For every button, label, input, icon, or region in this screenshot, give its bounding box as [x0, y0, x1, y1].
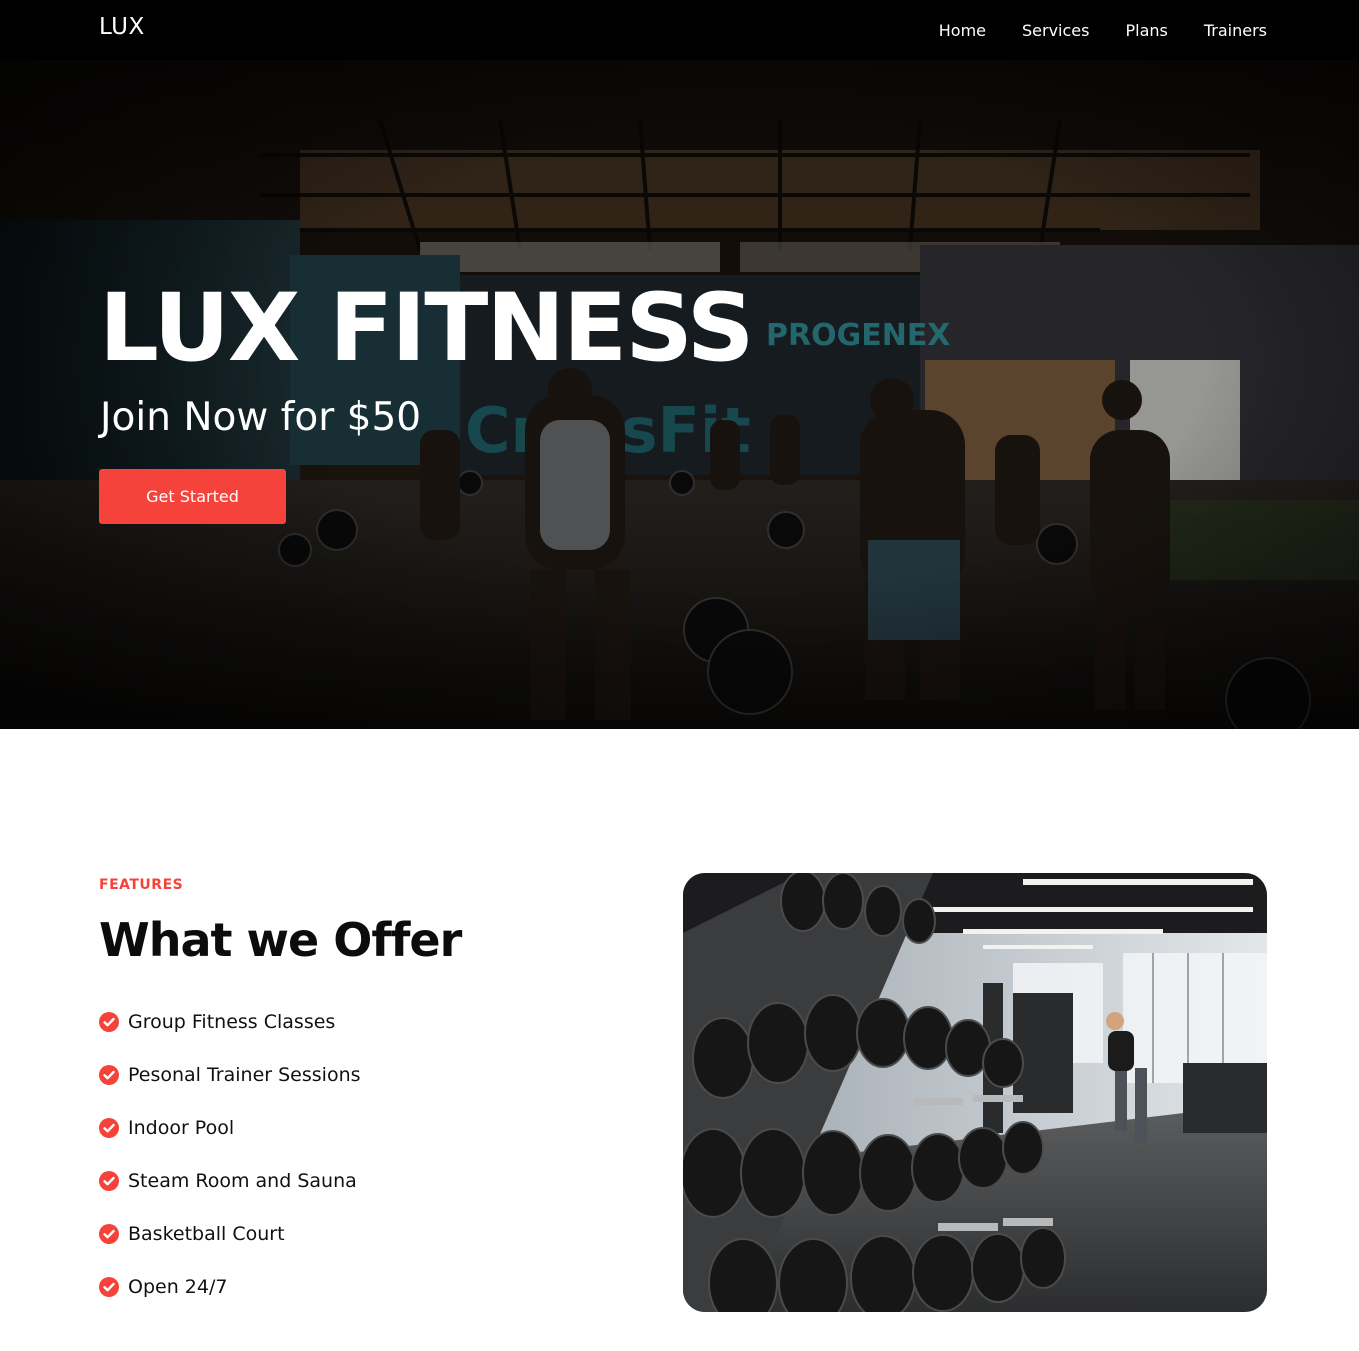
nav-link-plans[interactable]: Plans — [1125, 21, 1167, 40]
check-circle-icon — [99, 1223, 119, 1244]
feature-list: Group Fitness Classes Pesonal Trainer Se… — [99, 995, 361, 1313]
logo[interactable]: LUX — [99, 14, 145, 40]
feature-label: Open 24/7 — [128, 1275, 228, 1298]
check-circle-icon — [99, 1117, 119, 1138]
hero-subtitle: Join Now for $50 — [100, 395, 422, 440]
nav-links: Home Services Plans Trainers — [939, 0, 1267, 60]
check-circle-icon — [99, 1011, 119, 1032]
dumbbell-rack-photo — [683, 873, 1267, 1312]
list-item: Open 24/7 — [99, 1260, 361, 1313]
check-circle-icon — [99, 1170, 119, 1191]
hero-section: PROGENEX CrossFit — [0, 60, 1359, 729]
nav-link-services[interactable]: Services — [1022, 21, 1089, 40]
navbar: LUX Home Services Plans Trainers — [0, 0, 1359, 60]
feature-label: Indoor Pool — [128, 1116, 235, 1139]
nav-link-home[interactable]: Home — [939, 21, 986, 40]
feature-label: Steam Room and Sauna — [128, 1169, 357, 1192]
feature-label: Basketball Court — [128, 1222, 285, 1245]
nav-link-trainers[interactable]: Trainers — [1204, 21, 1267, 40]
list-item: Basketball Court — [99, 1207, 361, 1260]
list-item: Pesonal Trainer Sessions — [99, 1048, 361, 1101]
list-item: Indoor Pool — [99, 1101, 361, 1154]
check-circle-icon — [99, 1064, 119, 1085]
features-title: What we Offer — [99, 913, 462, 967]
features-eyebrow: FEATURES — [99, 877, 184, 893]
list-item: Group Fitness Classes — [99, 995, 361, 1048]
list-item: Steam Room and Sauna — [99, 1154, 361, 1207]
hero-title: LUX FITNESS — [99, 274, 754, 383]
get-started-button[interactable]: Get Started — [99, 469, 286, 524]
feature-label: Pesonal Trainer Sessions — [128, 1063, 361, 1086]
feature-label: Group Fitness Classes — [128, 1010, 336, 1033]
check-circle-icon — [99, 1276, 119, 1297]
